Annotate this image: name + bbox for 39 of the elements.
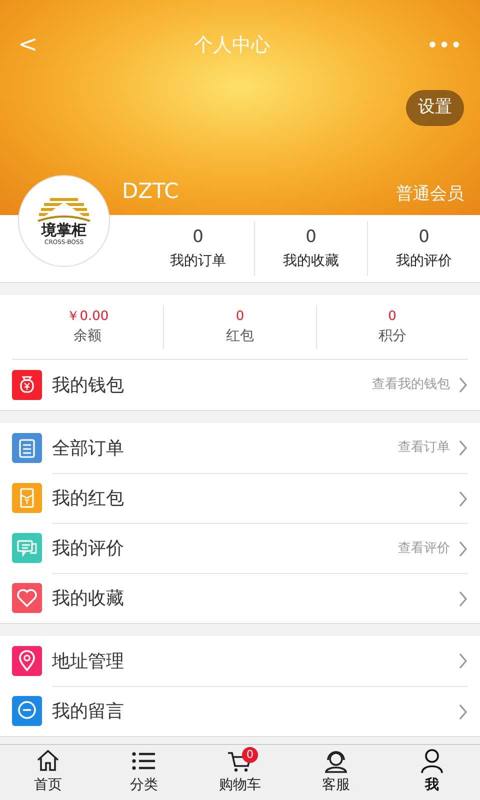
logo-name: 境掌柜 [42, 222, 86, 239]
menu-item[interactable]: 我的收藏 [52, 585, 458, 612]
page-title: 个人中心 [194, 32, 270, 58]
chevron-right-icon [458, 540, 468, 556]
stat-label[interactable]: 我的收藏 [283, 250, 339, 272]
chevron-right-icon [458, 704, 468, 720]
chevron-right-icon [458, 653, 468, 669]
tab-item[interactable]: 我 [384, 745, 480, 800]
asset-value: 0 [388, 308, 396, 326]
chevron-right-icon [458, 490, 468, 506]
stat-count: 0 [306, 226, 316, 250]
tab-item[interactable]: 客服 [288, 745, 384, 800]
menu-item[interactable]: 我的评价 [52, 535, 398, 562]
menu-item[interactable]: 我的红包 [52, 485, 458, 512]
cart-badge: 0 [242, 747, 258, 763]
asset-label[interactable]: 红包 [226, 326, 254, 348]
menu-item[interactable]: 我的留言 [52, 698, 458, 725]
asset-label[interactable]: 积分 [378, 326, 406, 348]
menu-item[interactable]: 我的钱包 [52, 372, 372, 398]
asset-label[interactable]: 余额 [74, 326, 102, 348]
settings-button[interactable]: 设置 [406, 90, 464, 126]
tab-item[interactable]: 首页 [0, 745, 96, 800]
chevron-right-icon [458, 590, 468, 606]
asset-value: ￥0.00 [66, 308, 109, 326]
username: DZTC [122, 178, 179, 204]
menu-item[interactable]: 全部订单 [52, 434, 398, 462]
stat-count: 0 [418, 226, 430, 250]
stat-count: 0 [192, 226, 204, 250]
stat-label[interactable]: 我的评价 [396, 250, 452, 272]
chevron-right-icon [458, 440, 468, 456]
person-icon [418, 747, 446, 775]
stat-label[interactable]: 我的订单 [170, 250, 226, 272]
member-level: 普通会员 [396, 182, 464, 206]
chevron-right-icon [458, 377, 468, 393]
sun-icon [36, 196, 92, 222]
menu-item[interactable]: 地址管理 [52, 648, 458, 674]
tab-item[interactable]: 分类 [96, 745, 192, 800]
asset-value: 0 [236, 308, 244, 326]
tab-item[interactable]: 购物车 0 [192, 745, 288, 800]
